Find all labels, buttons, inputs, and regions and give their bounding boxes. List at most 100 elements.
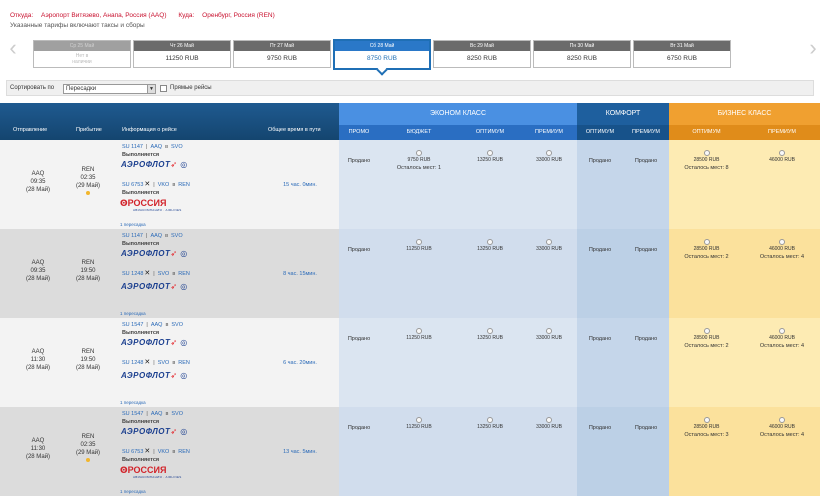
segment-2[interactable]: SU 1248✕ | SVO в REN (122, 270, 190, 278)
fare-radio[interactable] (703, 150, 710, 156)
date-tab-6[interactable]: Вт 31 Май 6750 RUB (633, 40, 731, 68)
optimum-fare[interactable]: 13250 RUB (459, 239, 521, 253)
date-tab-4[interactable]: Вс 29 Май 8250 RUB (433, 40, 531, 68)
flight-number: SU 6753 (122, 182, 144, 188)
flight-row[interactable]: AAQ 11:30 (28 Май) REN 02:35 (29 Май) SU… (0, 407, 820, 496)
fare-price: 46000 RUB (769, 157, 795, 163)
date-tab-day: Чт 26 Май (134, 41, 230, 51)
optimum-fare[interactable]: 13250 RUB (459, 150, 521, 164)
business-premium-fare[interactable]: 46000 RUB Осталось мест: 4 (744, 239, 820, 261)
fare-radio[interactable] (487, 417, 493, 423)
promo-fare: Продано (347, 336, 371, 342)
fare-radio[interactable] (779, 239, 785, 245)
segment-from: AAQ (150, 144, 163, 150)
premium-fare[interactable]: 33000 RUB (521, 328, 577, 342)
segment-1[interactable]: SU 1147 | AAQ в SVO (122, 233, 183, 240)
segment-2[interactable]: SU 6753✕ | VKO в REN (122, 448, 190, 456)
budget-fare[interactable]: 11250 RUB (379, 417, 459, 432)
aeroflot-logo: АЭРОФЛОТ➶ ◎ (121, 427, 188, 436)
direct-flights-checkbox[interactable] (160, 85, 167, 92)
fare-radio[interactable] (416, 328, 422, 334)
fare-radio[interactable] (779, 150, 785, 156)
business-optimum-fare[interactable]: 28500 RUB Осталось мест: 8 (669, 150, 744, 172)
fare-price: 28500 RUB (693, 424, 720, 430)
rossiya-logo-text: РОССИЯ (127, 198, 167, 208)
optimum-fare[interactable]: 13250 RUB (459, 417, 521, 431)
promo-fare: Продано (347, 425, 371, 431)
business-optimum-fare[interactable]: 28500 RUB Осталось мест: 3 (669, 417, 744, 439)
business-premium-fare[interactable]: 46000 RUB Осталось мест: 4 (744, 328, 820, 350)
segment-1[interactable]: SU 1547 | AAQ в SVO (122, 411, 183, 418)
budget-fare[interactable]: 11250 RUB (379, 328, 459, 343)
date-tab-2[interactable]: Пт 27 Май 9750 RUB (233, 40, 331, 68)
business-optimum-fare[interactable]: 28500 RUB Осталось мест: 2 (669, 239, 744, 261)
flight-row[interactable]: AAQ 11:30 (28 Май) REN 19:50 (28 Май) SU… (0, 318, 820, 407)
business-optimum-fare[interactable]: 28500 RUB Осталось мест: 2 (669, 328, 744, 350)
col-comfort-optimum: ОПТИМУМ (585, 129, 615, 135)
segment-status: Выполняется (122, 330, 160, 336)
segment-status: Выполняется (122, 152, 160, 158)
flight-number: SU 1547 (122, 322, 144, 328)
promo-fare: Продано (347, 158, 371, 164)
premium-fare[interactable]: 33000 RUB (521, 150, 577, 164)
arrival-code: REN (81, 167, 95, 173)
aeroflot-logo-text: АЭРОФЛОТ (121, 282, 171, 291)
business-premium-fare[interactable]: 46000 RUB (744, 150, 820, 165)
date-tab-5[interactable]: Пн 30 Май 8250 RUB (533, 40, 631, 68)
segment-1[interactable]: SU 1147 | AAQ в SVO (122, 144, 183, 151)
segment-2[interactable]: SU 6753✕ | VKO в REN (122, 181, 190, 189)
fare-radio[interactable] (416, 417, 422, 423)
business-premium-fare[interactable]: 46000 RUB Осталось мест: 4 (744, 417, 820, 439)
transfer-link[interactable]: 1 пересадка (120, 489, 146, 494)
prev-date-arrow[interactable]: ‹ (6, 37, 20, 60)
flight-number: SU 1248 (122, 360, 144, 366)
premium-fare[interactable]: 33000 RUB (521, 239, 577, 253)
segment-to: SVO (171, 322, 184, 328)
departure-code: AAQ (31, 349, 45, 355)
budget-fare[interactable]: 11250 RUB (379, 239, 459, 254)
date-tab-day: Вт 31 Май (634, 41, 730, 51)
fare-radio[interactable] (779, 417, 785, 423)
sort-select-value: Пересадки (66, 86, 97, 92)
fare-radio[interactable] (546, 328, 552, 334)
budget-fare[interactable]: 9750 RUB Осталось мест: 1 (379, 150, 459, 172)
segment-1[interactable]: SU 1547 | AAQ в SVO (122, 322, 183, 329)
flight-number: SU 1547 (122, 411, 144, 417)
premium-fare[interactable]: 33000 RUB (521, 417, 577, 431)
date-tab-day: Пт 27 Май (234, 41, 330, 51)
comfort-premium-fare: Продано (634, 247, 658, 253)
fare-radio[interactable] (703, 417, 710, 423)
flight-row[interactable]: AAQ 09:35 (28 Май) REN 02:35 (29 Май) SU… (0, 140, 820, 229)
date-tab-selected[interactable]: Сб 28 Май 8750 RUB (333, 39, 431, 76)
optimum-fare[interactable]: 13250 RUB (459, 328, 521, 342)
arrival-code: REN (81, 349, 95, 355)
transfer-link[interactable]: 1 пересадка (120, 222, 146, 227)
flight-row[interactable]: AAQ 09:35 (28 Май) REN 19:50 (28 Май) SU… (0, 229, 820, 318)
fare-radio[interactable] (487, 328, 493, 334)
fare-radio[interactable] (416, 239, 422, 245)
fare-radio[interactable] (487, 239, 493, 245)
transfer-x-icon: ✕ (144, 270, 151, 277)
next-day-dot-icon (86, 458, 90, 462)
fare-radio[interactable] (546, 417, 552, 423)
fare-radio[interactable] (703, 239, 710, 245)
fare-radio[interactable] (487, 150, 493, 156)
transfer-link[interactable]: 1 пересадка (120, 311, 146, 316)
segment-from: AAQ (150, 322, 163, 328)
fare-radio[interactable] (779, 328, 785, 334)
date-tab-1[interactable]: Чт 26 Май 11250 RUB (133, 40, 231, 68)
departure-info: AAQ 09:35 (28 Май) (18, 170, 58, 194)
fare-radio[interactable] (546, 150, 552, 156)
col-arrival: Прибытие (76, 127, 102, 133)
sort-select[interactable]: Пересадки ▼ (63, 84, 156, 94)
date-tab-price: 9750 RUB (267, 55, 297, 62)
sort-bar: Сортировать по Пересадки ▼ Прямые рейсы (6, 80, 814, 96)
segment-2[interactable]: SU 1248✕ | SVO в REN (122, 359, 190, 367)
date-strip: Ср 25 Май Нет в наличии Чт 26 Май 11250 … (33, 39, 820, 76)
fare-radio[interactable] (546, 239, 552, 245)
transfer-link[interactable]: 1 пересадка (120, 400, 146, 405)
fare-radio[interactable] (703, 328, 710, 334)
rossiya-swirl-icon: Ꙩ (120, 465, 128, 475)
comfort-header: КОМФОРТ (577, 103, 669, 125)
fare-radio[interactable] (416, 150, 422, 156)
